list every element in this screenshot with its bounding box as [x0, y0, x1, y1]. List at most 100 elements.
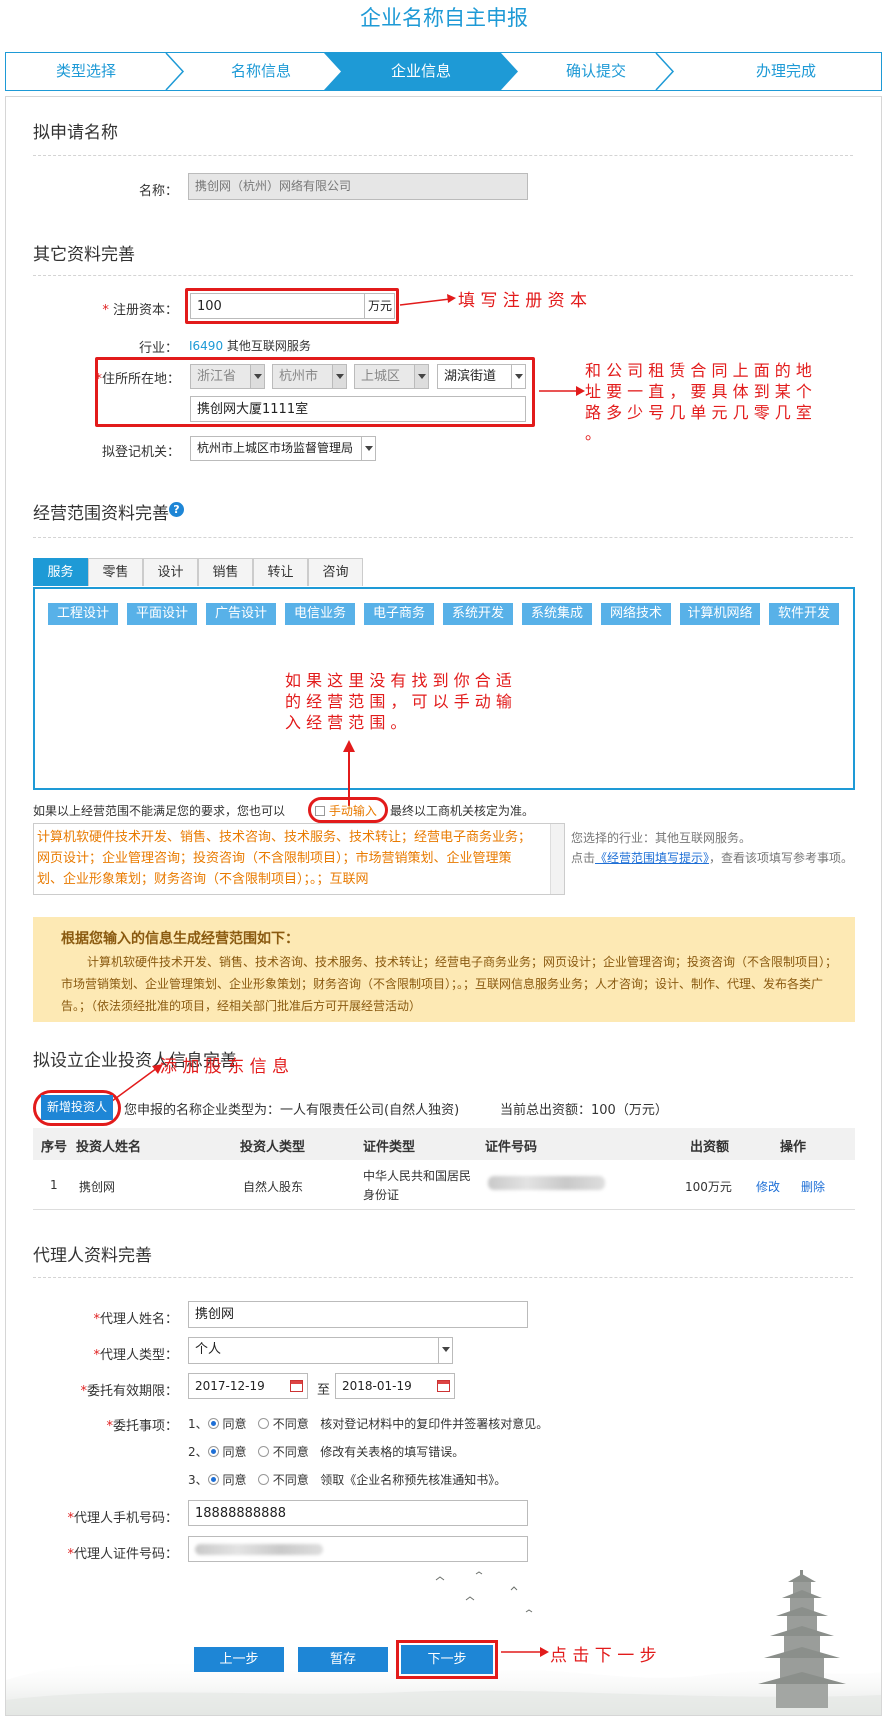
agent-name-input[interactable]: 携创网 [188, 1301, 528, 1328]
disagree-radio[interactable] [257, 1418, 269, 1429]
calendar-icon[interactable] [437, 1380, 450, 1392]
period-to-label: 至 [317, 1383, 331, 1398]
authority-select[interactable]: 杭州市上城区市场监督管理局 [190, 436, 376, 461]
arrow-annotation [539, 386, 585, 396]
scope-chip[interactable]: 网络技术 [601, 603, 671, 625]
help-icon[interactable]: ? [169, 502, 184, 517]
divider [33, 275, 853, 276]
section-title-proposed-name: 拟申请名称 [33, 123, 118, 143]
row-investor-name: 携创网 [79, 1180, 116, 1194]
divider [33, 537, 853, 538]
scope-chip[interactable]: 工程设计 [48, 603, 118, 625]
manual-input-text: 如果以上经营范围不能满足您的要求，您也可以 [33, 804, 286, 818]
period-from-input[interactable]: 2017-12-19 [188, 1373, 308, 1399]
name-label: 名称： [138, 184, 178, 199]
section-title-other-info: 其它资料完善 [33, 245, 135, 265]
row-id-type: 中华人民共和国居民身份证 [363, 1169, 472, 1202]
row-id-number-blurred [488, 1176, 605, 1190]
arrow-annotation [501, 1647, 549, 1657]
tab-design[interactable]: 设计 [143, 558, 198, 586]
agree-radio[interactable] [207, 1446, 219, 1457]
section-title-business-scope: 经营范围资料完善 [33, 504, 169, 524]
industry-value: I6490 其他互联网服务 [189, 339, 311, 353]
scope-textarea[interactable]: 计算机软硬件技术开发、销售、技术咨询、技术服务、技术转让；经营电子商务业务；网页… [33, 823, 565, 895]
manual-input-text-after: 最终以工商机关核定为准。 [390, 804, 535, 818]
section-title-agent: 代理人资料完善 [33, 1246, 152, 1266]
save-draft-button[interactable]: 暂存 [298, 1647, 388, 1672]
step-chevrons [165, 53, 675, 90]
agent-type-label: *代理人类型： [93, 1348, 178, 1363]
col-id-number: 证件号码 [485, 1140, 538, 1155]
industry-label: 行业： [138, 341, 178, 356]
checkbox-icon[interactable] [315, 806, 325, 816]
name-field[interactable]: 携创网（杭州）网络有限公司 [188, 173, 528, 200]
industry-hint-text: 您选择的行业：其他互联网服务。 [571, 831, 752, 845]
scope-chip[interactable]: 系统开发 [443, 603, 513, 625]
authority-label: 拟登记机关： [101, 445, 180, 460]
scope-tip-line: 点击《经营范围填写提示》，查看该项填写参考事项。 [571, 851, 854, 865]
add-investor-button[interactable]: 新增投资人 [41, 1095, 113, 1120]
district-select[interactable]: 上城区 [354, 364, 429, 389]
capital-label: * 注册资本： [102, 303, 178, 318]
tab-consulting[interactable]: 咨询 [308, 558, 363, 586]
row-investor-type: 自然人股东 [243, 1180, 304, 1194]
agree-radio[interactable] [207, 1474, 219, 1485]
capital-input[interactable]: 100 [190, 293, 365, 319]
prev-button[interactable]: 上一步 [194, 1647, 284, 1672]
scope-chip[interactable]: 广告设计 [206, 603, 276, 625]
step-progress-bar: 类型选择 名称信息 企业信息 确认提交 办理完成 [5, 52, 882, 91]
scope-chip[interactable]: 电子商务 [364, 603, 434, 625]
capital-unit: 万元 [364, 293, 395, 319]
page-title: 企业名称自主申报 [360, 6, 528, 30]
manual-input-checkbox[interactable]: 手动输入 [315, 802, 377, 819]
textarea-scrollbar[interactable] [550, 824, 564, 894]
tab-retail[interactable]: 零售 [88, 558, 143, 586]
generated-scope-notice: 根据您输入的信息生成经营范围如下： 计算机软硬件技术开发、销售、技术咨询、技术服… [33, 917, 855, 1022]
matter-item: 1、 同意 不同意 核对登记材料中的复印件并签署核对意见。 [188, 1417, 549, 1431]
next-button[interactable]: 下一步 [401, 1645, 493, 1674]
generated-scope-title: 根据您输入的信息生成经营范围如下： [61, 931, 299, 947]
tab-service[interactable]: 服务 [33, 558, 88, 586]
address-detail-input[interactable]: 携创网大厦1111室 [190, 396, 526, 422]
scope-chip[interactable]: 计算机网络 [680, 603, 760, 625]
disagree-radio[interactable] [257, 1446, 269, 1457]
phone-label: *代理人手机号码： [67, 1511, 178, 1526]
scope-tabs: 服务 零售 设计 销售 转让 咨询 [33, 558, 363, 587]
ink-landscape-illustration [6, 1570, 881, 1715]
city-select[interactable]: 杭州市 [272, 364, 347, 389]
period-to-input[interactable]: 2018-01-19 [335, 1373, 455, 1399]
next-annotation: 点 击 下 一 步 [550, 1646, 657, 1666]
col-investor-type: 投资人类型 [240, 1140, 306, 1155]
col-actions: 操作 [780, 1140, 807, 1155]
scope-chip[interactable]: 系统集成 [522, 603, 592, 625]
matter-item: 2、 同意 不同意 修改有关表格的填写错误。 [188, 1445, 465, 1459]
edit-link[interactable]: 修改 [756, 1178, 780, 1195]
delete-link[interactable]: 删除 [801, 1178, 825, 1195]
disagree-radio[interactable] [257, 1474, 269, 1485]
calendar-icon[interactable] [290, 1380, 303, 1392]
col-id-type: 证件类型 [363, 1140, 416, 1155]
phone-input[interactable]: 18888888888 [188, 1500, 528, 1526]
divider [33, 155, 853, 156]
row-index: 1 [50, 1178, 58, 1192]
matters-label: *委托事项： [106, 1419, 178, 1434]
id-number-input[interactable] [188, 1536, 528, 1562]
investor-table-header: 序号 投资人姓名 投资人类型 证件类型 证件号码 出资额 操作 [33, 1128, 855, 1160]
company-type-text: 您申报的名称企业类型为：一人有限责任公司(自然人独资) [124, 1103, 460, 1118]
generated-scope-text: 计算机软硬件技术开发、销售、技术咨询、技术服务、技术转让；经营电子商务业务；网页… [61, 955, 838, 1013]
agree-radio[interactable] [207, 1418, 219, 1429]
scope-tip-link[interactable]: 《经营范围填写提示》 [595, 851, 709, 865]
scope-chip[interactable]: 平面设计 [127, 603, 197, 625]
arrow-annotation [399, 294, 456, 306]
row-amount: 100万元 [685, 1180, 732, 1194]
scope-chip[interactable]: 软件开发 [769, 603, 839, 625]
agent-type-select[interactable]: 个人 [188, 1337, 453, 1364]
tab-sales[interactable]: 销售 [198, 558, 253, 586]
street-select[interactable]: 湖滨街道 [437, 364, 526, 389]
matter-item: 3、 同意 不同意 领取《企业名称预先核准通知书》。 [188, 1473, 507, 1487]
province-select[interactable]: 浙江省 [190, 364, 265, 389]
scope-chip[interactable]: 电信业务 [285, 603, 355, 625]
capital-annotation: 填 写 注 册 资 本 [458, 291, 588, 311]
tab-transfer[interactable]: 转让 [253, 558, 308, 586]
id-number-blurred [195, 1544, 323, 1555]
